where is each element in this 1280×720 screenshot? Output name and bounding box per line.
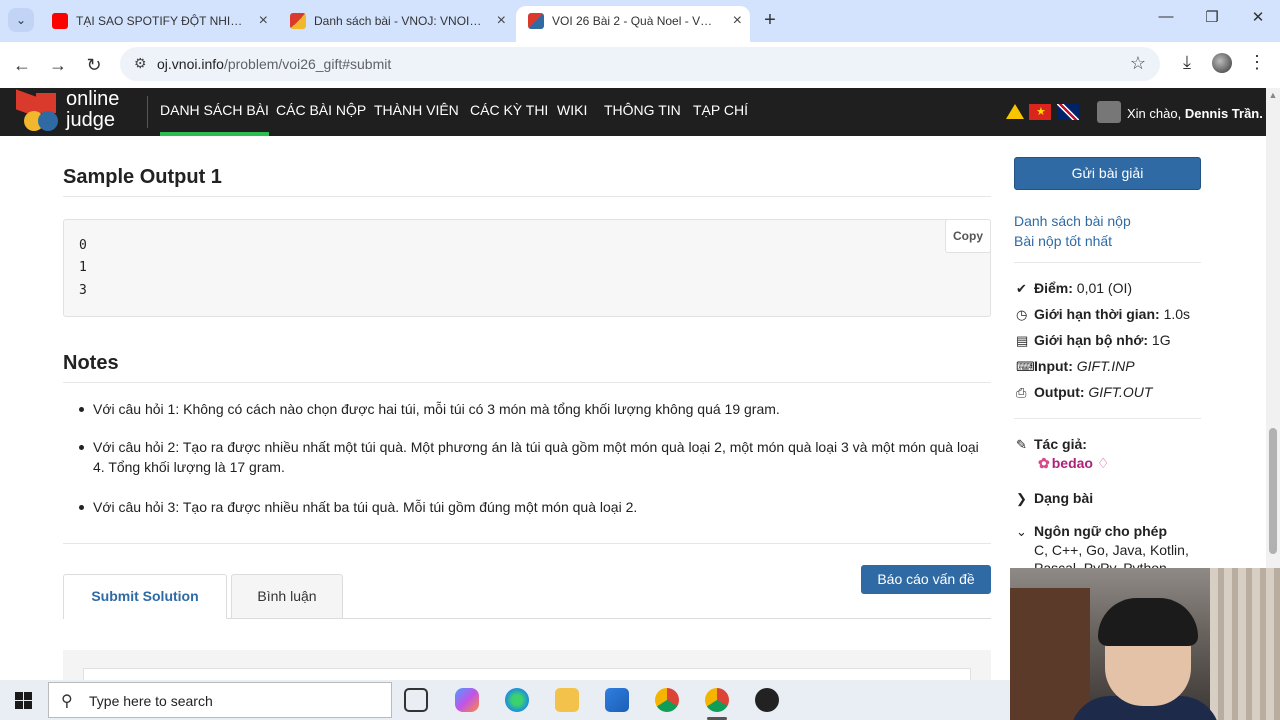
- best-submissions-link[interactable]: Bài nộp tốt nhất: [1014, 233, 1112, 249]
- time-limit-row: ◷ Giới hạn thời gian: 1.0s: [1016, 306, 1191, 322]
- vnoj-favicon-icon: [290, 13, 306, 29]
- nav-users[interactable]: THÀNH VIÊN: [374, 88, 459, 136]
- nav-submissions[interactable]: CÁC BÀI NỘP: [276, 88, 366, 136]
- memory-limit-row: ▤ Giới hạn bộ nhớ: 1G: [1016, 332, 1171, 348]
- author-row: ✎ Tác giả:: [1016, 436, 1087, 452]
- note-item: Với câu hỏi 3: Tạo ra được nhiều nhất ba…: [79, 497, 993, 517]
- code-line: 1: [79, 260, 87, 275]
- eraser-icon: ♢: [1096, 455, 1110, 471]
- logo-text[interactable]: online judge: [66, 89, 119, 131]
- scrollbar-thumb[interactable]: [1269, 428, 1277, 554]
- close-tab-icon[interactable]: ×: [733, 6, 742, 36]
- site-info-icon[interactable]: ⚙: [134, 55, 147, 72]
- tab-comments[interactable]: Bình luận: [231, 574, 343, 618]
- uk-flag-icon[interactable]: [1057, 104, 1079, 120]
- more-menu-icon[interactable]: ⋮: [1244, 52, 1270, 73]
- section-divider: [63, 543, 991, 544]
- sample-output-code: 0 1 3 Copy: [63, 219, 991, 317]
- output-file-row: ⎙ Output: GIFT.OUT: [1016, 384, 1153, 400]
- taskbar-search[interactable]: ⚲ Type here to search: [48, 682, 392, 718]
- heading-divider: [63, 196, 991, 197]
- profile-avatar[interactable]: [1212, 53, 1232, 73]
- close-window-icon[interactable]: ✕: [1238, 8, 1278, 26]
- store-icon[interactable]: [605, 688, 629, 712]
- server-icon: ▤: [1016, 333, 1029, 348]
- restore-icon[interactable]: ❐: [1192, 8, 1232, 26]
- address-bar[interactable]: ⚙ oj.vnoi.info/problem/voi26_gift#submit…: [120, 47, 1160, 81]
- problem-type-toggle[interactable]: ❯ Dạng bài: [1016, 490, 1093, 507]
- submissions-link[interactable]: Danh sách bài nộp: [1014, 213, 1131, 229]
- close-tab-icon[interactable]: ×: [497, 6, 506, 36]
- tab-submit-solution[interactable]: Submit Solution: [63, 574, 227, 619]
- report-issue-button[interactable]: Báo cáo vấn đề: [861, 565, 991, 594]
- input-file-row: ⌨Input: GIFT.INP: [1016, 358, 1135, 374]
- chrome-icon[interactable]: [655, 688, 679, 712]
- author-link[interactable]: ✿ bedao ♢: [1038, 455, 1109, 472]
- points-row: ✔ Điểm: 0,01 (OI): [1016, 280, 1133, 296]
- nav-contests[interactable]: CÁC KỲ THI: [470, 88, 548, 136]
- chevron-down-icon: ⌄: [1016, 524, 1027, 539]
- scroll-up-icon[interactable]: ▲: [1266, 90, 1280, 100]
- warning-icon[interactable]: [1006, 104, 1024, 119]
- nav-wiki[interactable]: WIKI: [557, 88, 587, 136]
- windows-taskbar: ⚲ Type here to search: [0, 680, 1010, 720]
- heading-divider: [63, 382, 991, 383]
- tab-search-icon[interactable]: ⌄: [8, 8, 34, 32]
- flower-badge-icon: ✿: [1038, 455, 1050, 471]
- minimize-icon[interactable]: —: [1146, 8, 1186, 25]
- reload-icon[interactable]: ↻: [81, 52, 107, 78]
- webcam-overlay: [1010, 568, 1280, 720]
- printer-icon: ⎙: [1016, 385, 1027, 400]
- languages-toggle[interactable]: ⌄ Ngôn ngữ cho phép: [1016, 523, 1167, 540]
- submit-solution-button[interactable]: Gửi bài giải: [1014, 157, 1201, 190]
- code-editor[interactable]: [83, 668, 971, 680]
- forward-arrow-icon[interactable]: →: [45, 52, 71, 78]
- clock-icon: ◷: [1016, 307, 1028, 322]
- code-line: 0: [79, 238, 87, 253]
- youtube-favicon-icon: [52, 13, 68, 29]
- nav-problems[interactable]: DANH SÁCH BÀI: [160, 88, 269, 136]
- edge-icon[interactable]: [505, 688, 529, 712]
- close-tab-icon[interactable]: ×: [259, 6, 268, 36]
- task-view-icon[interactable]: [404, 688, 428, 712]
- browser-tab-2[interactable]: Danh sách bài - VNOJ: VNOI Or ×: [278, 6, 514, 42]
- search-icon: ⚲: [61, 693, 73, 710]
- nav-divider: [147, 96, 148, 128]
- new-tab-button[interactable]: +: [758, 6, 782, 34]
- chevron-right-icon: ❯: [1016, 491, 1027, 506]
- vietnam-flag-icon[interactable]: ★: [1029, 104, 1051, 120]
- check-icon: ✔: [1016, 281, 1027, 296]
- file-explorer-icon[interactable]: [555, 688, 579, 712]
- windows-start-icon[interactable]: [15, 692, 32, 709]
- url-text[interactable]: oj.vnoi.info/problem/voi26_gift#submit: [157, 56, 391, 72]
- keyboard-icon: ⌨: [1016, 359, 1035, 374]
- note-item: Với câu hỏi 1: Không có cách nào chọn đư…: [79, 399, 993, 419]
- browser-tab-strip: ⌄ TẠI SAO SPOTIFY ĐỘT NHIÊN L × Danh sác…: [0, 0, 1280, 42]
- edit-icon: ✎: [1016, 437, 1027, 452]
- browser-tab-1[interactable]: TẠI SAO SPOTIFY ĐỘT NHIÊN L ×: [40, 6, 276, 42]
- download-icon[interactable]: ⤓: [1174, 52, 1200, 73]
- vnoj-favicon-icon: [528, 13, 544, 29]
- obs-icon[interactable]: [755, 688, 779, 712]
- browser-tab-3-active[interactable]: VOI 26 Bài 2 - Quà Noel - VNOJ ×: [516, 6, 750, 42]
- user-avatar[interactable]: [1097, 101, 1121, 123]
- browser-toolbar: ← → ↻ ⚙ oj.vnoi.info/problem/voi26_gift#…: [0, 42, 1280, 88]
- back-arrow-icon[interactable]: ←: [9, 52, 35, 78]
- code-line: 3: [79, 283, 87, 298]
- bookmark-star-icon[interactable]: ☆: [1130, 53, 1146, 74]
- sidebar-divider: [1014, 418, 1201, 419]
- sidebar-divider: [1014, 262, 1201, 263]
- copilot-icon[interactable]: [455, 688, 479, 712]
- sample-output-heading: Sample Output 1: [63, 166, 222, 188]
- nav-magazine[interactable]: TẠP CHÍ: [693, 88, 748, 136]
- notes-heading: Notes: [63, 352, 119, 374]
- nav-info[interactable]: THÔNG TIN: [604, 88, 681, 136]
- note-item: Với câu hỏi 2: Tạo ra được nhiều nhất mộ…: [79, 437, 993, 477]
- user-greeting[interactable]: Xin chào, Dennis Trần.: [1127, 106, 1263, 121]
- copy-button[interactable]: Copy: [945, 219, 991, 253]
- chrome-profile-icon[interactable]: [705, 688, 729, 712]
- vnoj-logo[interactable]: [14, 89, 58, 133]
